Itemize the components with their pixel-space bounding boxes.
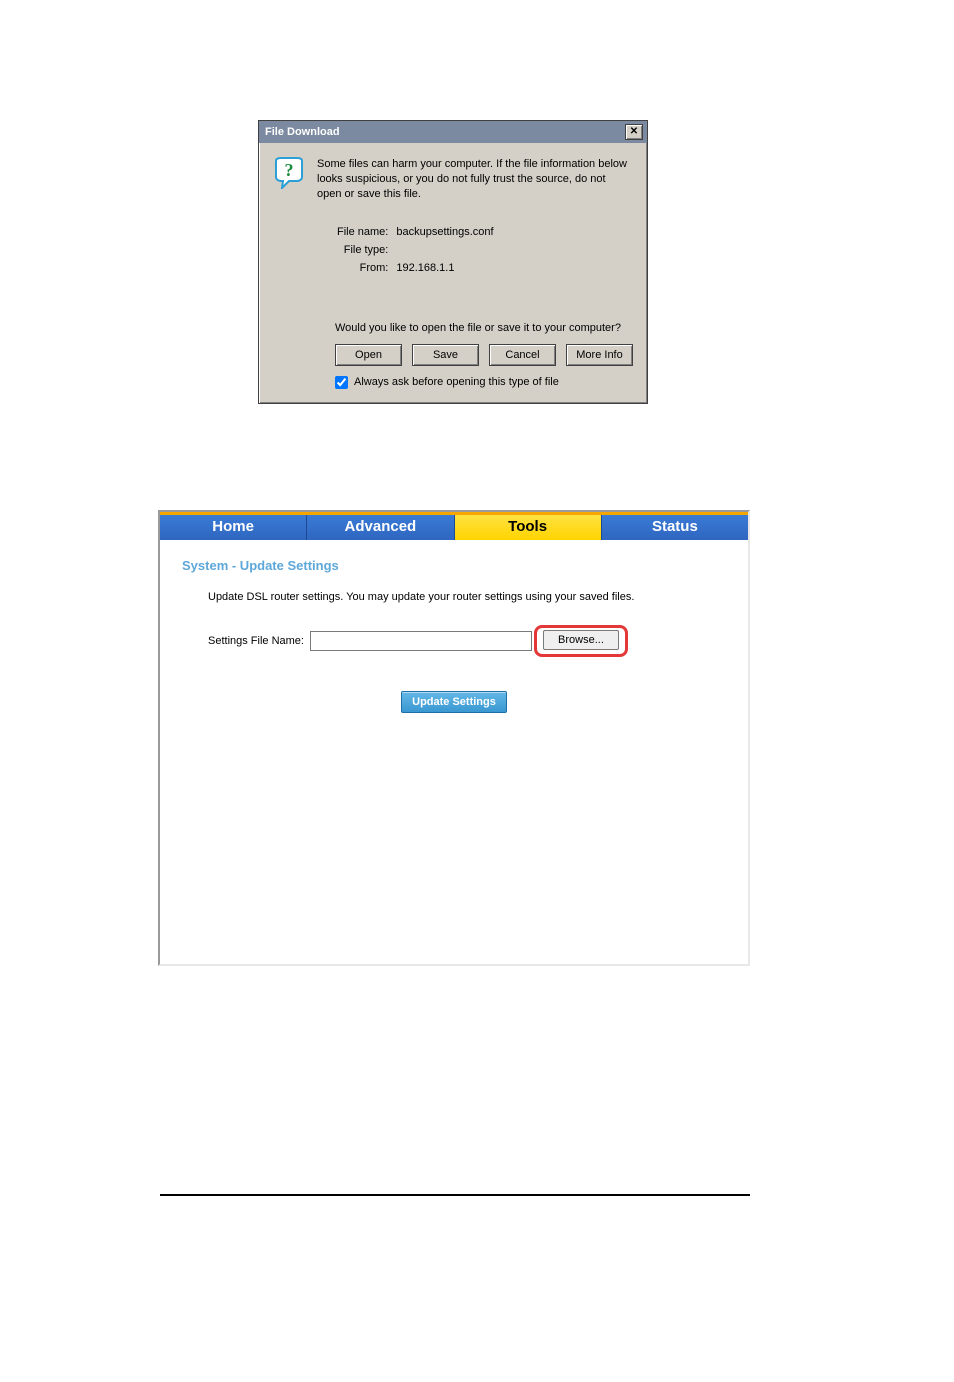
close-icon: ✕ xyxy=(630,127,638,137)
tab-advanced[interactable]: Advanced xyxy=(307,512,454,540)
always-ask-row: Always ask before opening this type of f… xyxy=(335,376,633,389)
close-button[interactable]: ✕ xyxy=(625,124,643,140)
more-info-button[interactable]: More Info xyxy=(566,344,633,366)
save-button[interactable]: Save xyxy=(412,344,479,366)
filename-label: File name: xyxy=(337,224,394,240)
dialog-button-row: Open Save Cancel More Info xyxy=(335,344,633,366)
tab-tools[interactable]: Tools xyxy=(455,512,602,540)
tab-advanced-label: Advanced xyxy=(345,518,417,535)
from-label: From: xyxy=(337,260,394,276)
settings-file-label: Settings File Name: xyxy=(208,635,304,647)
filetype-value xyxy=(396,242,499,258)
settings-file-input[interactable] xyxy=(310,631,532,651)
settings-file-row: Settings File Name: Browse... xyxy=(208,625,726,657)
file-info-table: File name: backupsettings.conf File type… xyxy=(335,222,502,278)
router-panel: Home Advanced Tools Status System - Upda… xyxy=(158,510,750,966)
browse-highlight: Browse... xyxy=(534,625,628,657)
panel-body: System - Update Settings Update DSL rout… xyxy=(160,540,748,723)
question-icon: ? xyxy=(273,157,305,189)
dialog-warning-text: Some files can harm your computer. If th… xyxy=(317,157,633,202)
horizontal-rule xyxy=(160,1194,750,1196)
dialog-prompt: Would you like to open the file or save … xyxy=(335,322,633,334)
file-download-dialog: File Download ✕ ? Some files can harm yo… xyxy=(258,120,648,404)
tabbar: Home Advanced Tools Status xyxy=(160,512,748,540)
always-ask-label: Always ask before opening this type of f… xyxy=(354,376,559,388)
dialog-title: File Download xyxy=(265,126,340,138)
tab-status[interactable]: Status xyxy=(602,512,748,540)
browse-button[interactable]: Browse... xyxy=(543,630,619,650)
panel-heading: System - Update Settings xyxy=(182,558,726,573)
tab-home[interactable]: Home xyxy=(160,512,307,540)
svg-text:?: ? xyxy=(285,160,294,180)
cancel-button[interactable]: Cancel xyxy=(489,344,556,366)
update-settings-button[interactable]: Update Settings xyxy=(401,691,507,713)
from-value: 192.168.1.1 xyxy=(396,260,499,276)
filename-value: backupsettings.conf xyxy=(396,224,499,240)
tab-status-label: Status xyxy=(652,518,698,535)
filetype-label: File type: xyxy=(337,242,394,258)
open-button[interactable]: Open xyxy=(335,344,402,366)
always-ask-checkbox[interactable] xyxy=(335,376,348,389)
tab-tools-label: Tools xyxy=(508,518,547,535)
dialog-titlebar[interactable]: File Download ✕ xyxy=(259,121,647,143)
tab-home-label: Home xyxy=(212,518,254,535)
dialog-body: ? Some files can harm your computer. If … xyxy=(259,143,647,403)
panel-description: Update DSL router settings. You may upda… xyxy=(208,591,726,603)
